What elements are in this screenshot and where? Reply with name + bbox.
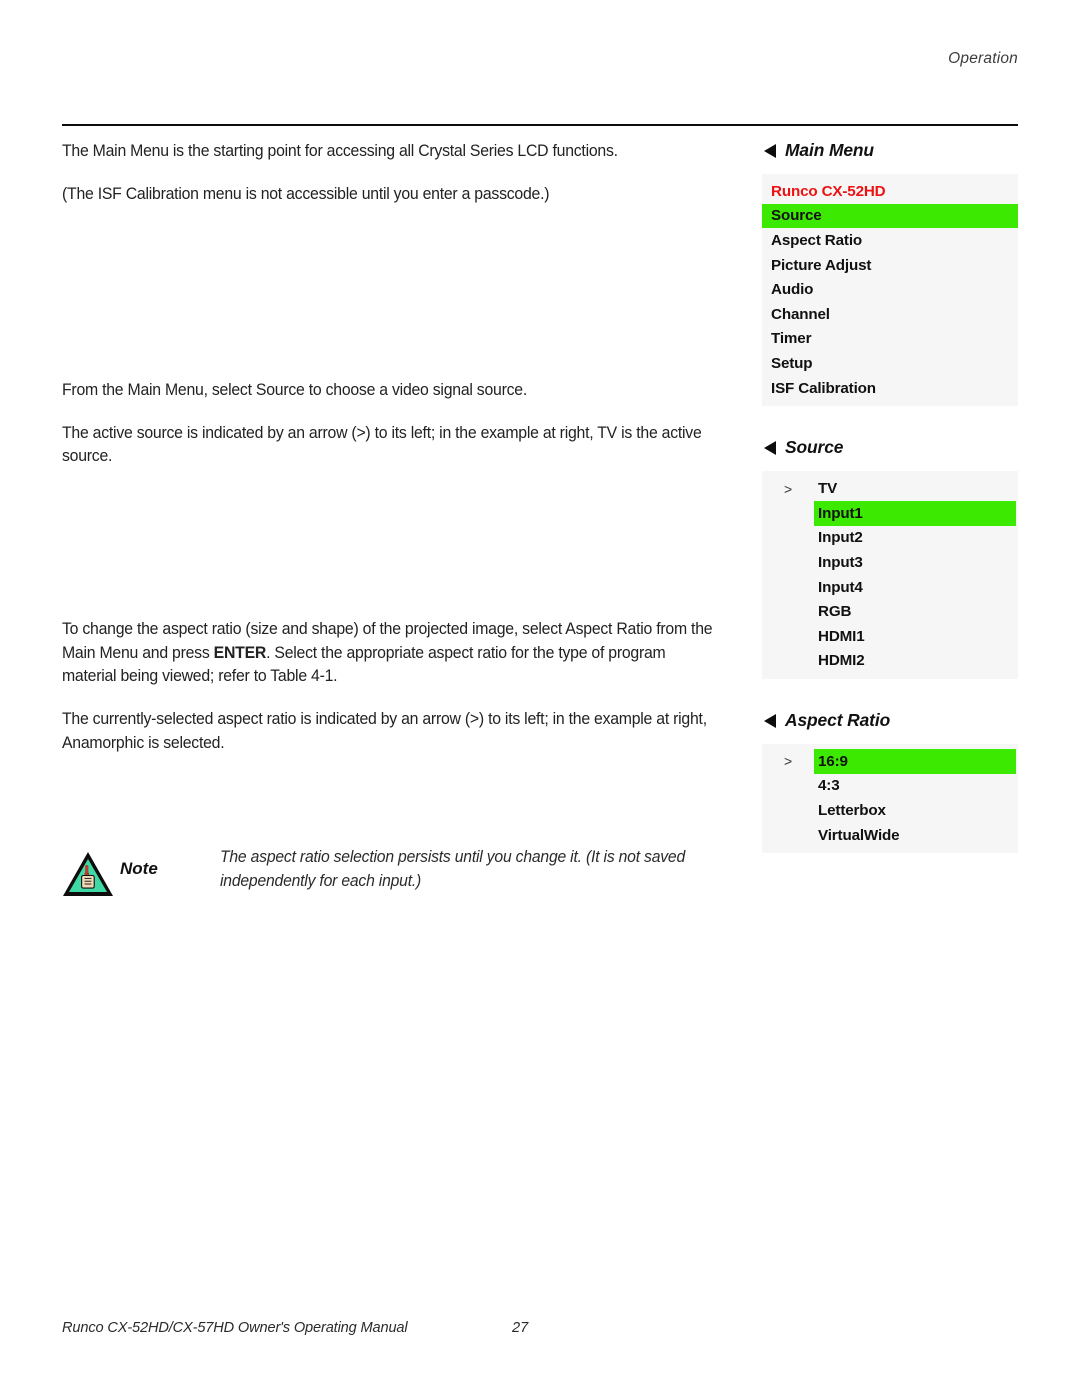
osd-panel-main-menu: Runco CX-52HD Source Aspect Ratio Pictur… bbox=[762, 174, 1018, 407]
osd-row-hdmi2[interactable]: HDMI2 bbox=[762, 649, 1018, 674]
osd-row-rgb[interactable]: RGB bbox=[762, 599, 1018, 624]
paragraph-main-menu-intro: The Main Menu is the starting point for … bbox=[62, 142, 618, 160]
osd-row-label: Setup bbox=[771, 354, 813, 372]
paragraph-selected-aspect-ratio: The currently-selected aspect ratio is i… bbox=[62, 710, 707, 752]
spacer-aspect bbox=[62, 488, 742, 618]
osd-row-label: VirtualWide bbox=[818, 826, 900, 844]
osd-row-label: RGB bbox=[818, 603, 852, 621]
osd-row-audio[interactable]: Audio bbox=[762, 277, 1018, 302]
osd-row-label-wrap: 4:3 bbox=[814, 774, 1016, 799]
paragraph-active-source: The active source is indicated by an arr… bbox=[62, 423, 702, 466]
osd-heading-label: Source bbox=[785, 437, 844, 458]
osd-panel-aspect-ratio: > 16:9 4:3 Letterbox VirtualWide bbox=[762, 744, 1018, 854]
osd-row-label: Picture Adjust bbox=[771, 256, 872, 274]
paragraph-select-source: From the Main Menu, select Source to cho… bbox=[62, 380, 527, 399]
footer-manual-title: Runco CX-52HD/CX-57HD Owner's Operating … bbox=[62, 1320, 408, 1336]
osd-row-16-9[interactable]: > 16:9 bbox=[762, 749, 1018, 774]
osd-column: Main Menu Runco CX-52HD Source Aspect Ra… bbox=[762, 140, 1018, 884]
osd-heading-main-menu: Main Menu bbox=[764, 140, 1018, 161]
osd-row-input1[interactable]: Input1 bbox=[762, 500, 1018, 526]
osd-row-label: 4:3 bbox=[818, 777, 840, 795]
back-arrow-icon bbox=[764, 713, 776, 728]
footer-page-number: 27 bbox=[512, 1320, 529, 1336]
osd-row-input4[interactable]: Input4 bbox=[762, 575, 1018, 600]
osd-row-label: Audio bbox=[771, 281, 814, 299]
active-marker-icon: > bbox=[783, 480, 793, 497]
osd-row-virtualwide[interactable]: VirtualWide bbox=[762, 823, 1018, 848]
osd-row-label: Letterbox bbox=[818, 802, 886, 820]
spacer-source bbox=[62, 227, 742, 379]
osd-row-source[interactable]: Source bbox=[762, 203, 1018, 229]
page-footer: Runco CX-52HD/CX-57HD Owner's Operating … bbox=[62, 1320, 1018, 1336]
osd-heading-source: Source bbox=[764, 437, 1018, 458]
osd-row-timer[interactable]: Timer bbox=[762, 327, 1018, 352]
osd-row-label: 16:9 bbox=[818, 752, 848, 770]
osd-heading-label: Main Menu bbox=[785, 140, 874, 160]
paragraph-change-aspect-ratio: To change the aspect ratio (size and sha… bbox=[62, 618, 718, 688]
osd-row-label-wrap: HDMI1 bbox=[814, 624, 1016, 649]
osd-row-label-wrap: Input1 bbox=[814, 500, 1016, 526]
osd-row-model-title: Runco CX-52HD bbox=[762, 179, 1018, 204]
osd-row-label: HDMI2 bbox=[818, 652, 865, 670]
osd-row-label: Runco CX-52HD bbox=[771, 182, 886, 200]
osd-row-label: TV bbox=[818, 480, 838, 498]
osd-row-4-3[interactable]: 4:3 bbox=[762, 774, 1018, 799]
osd-row-label: Channel bbox=[771, 305, 830, 323]
osd-row-label: Source bbox=[771, 207, 822, 225]
manual-page: Operation The Main Menu is the starting … bbox=[0, 0, 1080, 1397]
osd-row-label-wrap: Letterbox bbox=[814, 798, 1016, 823]
osd-row-label-wrap: Input3 bbox=[814, 550, 1016, 575]
osd-row-label-wrap: 16:9 bbox=[814, 749, 1016, 774]
osd-row-label: Input1 bbox=[818, 504, 863, 522]
osd-row-tv[interactable]: > TV bbox=[762, 476, 1018, 501]
back-arrow-icon bbox=[764, 440, 776, 455]
osd-row-label: Input3 bbox=[818, 553, 863, 571]
osd-row-channel[interactable]: Channel bbox=[762, 302, 1018, 327]
back-arrow-icon bbox=[764, 143, 776, 158]
running-head: Operation bbox=[948, 50, 1018, 67]
osd-row-label-wrap: Input4 bbox=[814, 575, 1016, 600]
osd-row-input2[interactable]: Input2 bbox=[762, 526, 1018, 551]
osd-panel-source: > TV Input1 Input2 Input3 Input4 RGB HDM… bbox=[762, 471, 1018, 680]
osd-row-aspect-ratio[interactable]: Aspect Ratio bbox=[762, 228, 1018, 253]
osd-row-label: Input4 bbox=[818, 578, 863, 596]
active-marker-icon: > bbox=[783, 753, 793, 770]
osd-row-label-wrap: RGB bbox=[814, 599, 1016, 624]
body-column: The Main Menu is the starting point for … bbox=[62, 140, 742, 775]
enter-key-emphasis: ENTER bbox=[213, 643, 267, 662]
osd-row-isf-calibration[interactable]: ISF Calibration bbox=[762, 376, 1018, 401]
note-text: The aspect ratio selection persists unti… bbox=[219, 848, 685, 891]
osd-row-setup[interactable]: Setup bbox=[762, 351, 1018, 376]
osd-heading-aspect-ratio: Aspect Ratio bbox=[764, 710, 1018, 731]
osd-row-label: HDMI1 bbox=[818, 627, 865, 645]
osd-row-hdmi1[interactable]: HDMI1 bbox=[762, 624, 1018, 649]
osd-row-label-wrap: TV bbox=[814, 476, 1016, 501]
note-callout: Note The aspect ratio selection persists… bbox=[62, 845, 742, 897]
osd-row-label-wrap: Input2 bbox=[814, 526, 1016, 551]
note-label: Note bbox=[120, 859, 158, 878]
osd-row-label-wrap: VirtualWide bbox=[814, 823, 1016, 848]
osd-row-letterbox[interactable]: Letterbox bbox=[762, 798, 1018, 823]
paragraph-isf-passcode: (The ISF Calibration menu is not accessi… bbox=[62, 185, 550, 204]
header-rule bbox=[62, 124, 1018, 126]
osd-row-label: Input2 bbox=[818, 529, 863, 547]
osd-row-label-wrap: HDMI2 bbox=[814, 649, 1016, 674]
osd-row-picture-adjust[interactable]: Picture Adjust bbox=[762, 253, 1018, 278]
osd-heading-label: Aspect Ratio bbox=[785, 710, 891, 731]
note-triangle-hand-icon bbox=[62, 851, 114, 897]
osd-row-label: Aspect Ratio bbox=[771, 231, 863, 249]
osd-row-input3[interactable]: Input3 bbox=[762, 550, 1018, 575]
osd-row-label: ISF Calibration bbox=[771, 379, 876, 397]
osd-row-label: Timer bbox=[771, 330, 812, 348]
